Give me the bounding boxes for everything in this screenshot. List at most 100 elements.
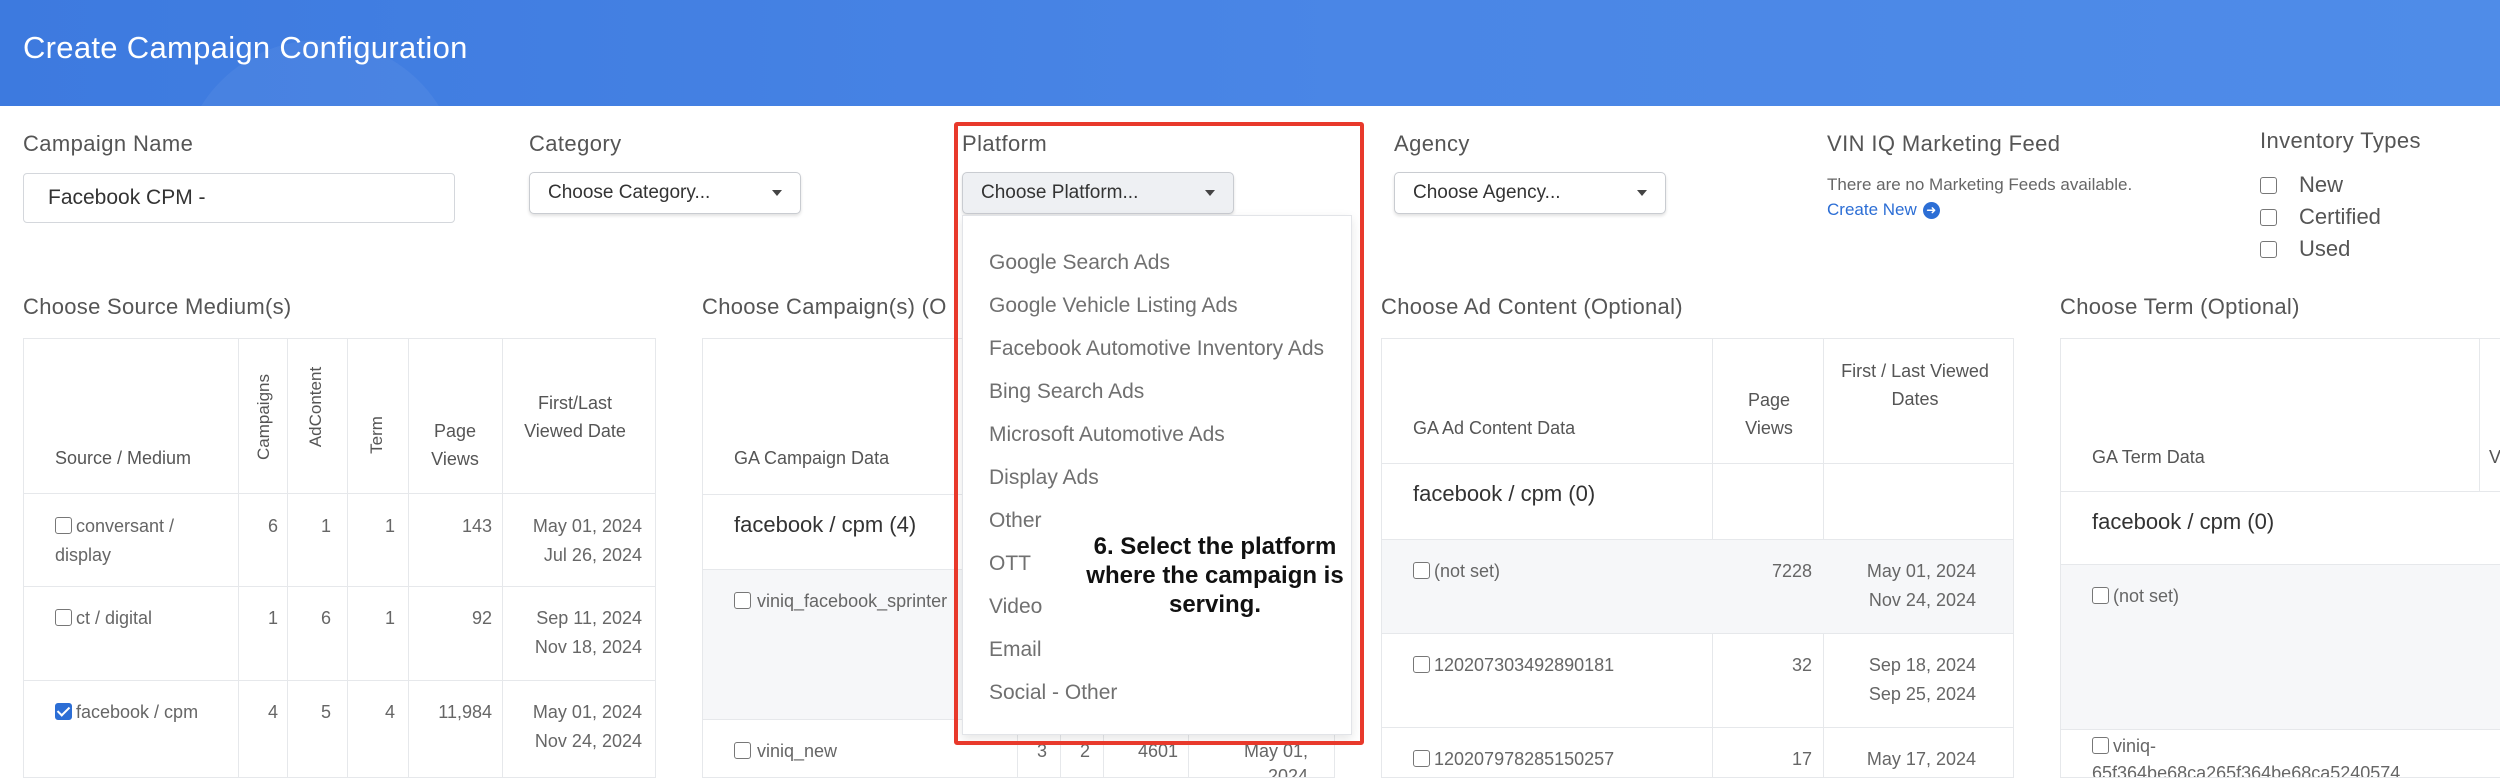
row-divider: [1382, 633, 2013, 634]
row-divider: [1382, 727, 2013, 728]
checkbox[interactable]: [1413, 656, 1430, 673]
checkbox[interactable]: [55, 609, 72, 626]
group-label: facebook / cpm (4): [734, 512, 917, 537]
group-label: facebook / cpm (0): [1413, 481, 1596, 506]
adcontent-count: 1: [320, 516, 331, 536]
row-divider: [2061, 564, 2500, 565]
table-row[interactable]: viniq-: [2092, 732, 2492, 761]
agency-select-text: Choose Agency...: [1413, 182, 1561, 203]
table-row[interactable]: facebook / cpm: [55, 698, 235, 727]
adcontent-count: 6: [320, 608, 331, 628]
table-row[interactable]: 120207978285150257: [1413, 745, 1703, 774]
page-title: Create Campaign Configuration: [23, 30, 468, 65]
term-table: GA Term Data V facebook / cpm (0) (not s…: [2060, 338, 2500, 778]
term-label: (not set): [2113, 586, 2180, 606]
inventory-option-used[interactable]: Used: [2260, 236, 2350, 262]
table-row[interactable]: (not set): [2092, 582, 2472, 611]
header-term: Term: [367, 416, 386, 454]
page-views: 11,984: [438, 702, 492, 722]
campaign-date: 2024: [1267, 766, 1308, 778]
source-medium-label: facebook / cpm: [76, 702, 199, 722]
header-adcontent: AdContent: [306, 366, 325, 448]
term-label-continued: 65f364be68ca265f364be68ca5240574: [2092, 763, 2401, 778]
last-viewed: Nov 24, 2024: [1868, 590, 1976, 610]
page-header: Create Campaign Configuration: [0, 0, 2500, 106]
campaign-label: viniq_facebook_sprinter: [757, 591, 948, 611]
checkbox-checked[interactable]: [55, 703, 72, 720]
checkbox[interactable]: [55, 517, 72, 534]
campaign-label: viniq_new: [757, 741, 838, 761]
category-select[interactable]: Choose Category...: [529, 172, 801, 214]
page-views: 143: [461, 516, 492, 536]
header-partial: V: [2489, 447, 2500, 467]
category-label: Category: [529, 131, 622, 156]
row-divider: [1382, 463, 2013, 464]
last-viewed: Nov 18, 2024: [534, 637, 642, 657]
header-source-medium: Source / Medium: [55, 448, 192, 468]
header-viewed-dates: First / Last Viewed Dates: [1841, 361, 1989, 409]
category-select-text: Choose Category...: [548, 182, 711, 203]
checkbox[interactable]: [2092, 737, 2109, 754]
create-new-feed-link[interactable]: Create New ➜: [1827, 200, 1940, 220]
header-page-views: Page Views: [431, 421, 479, 469]
term-count: 4: [384, 702, 395, 722]
term-count: 1: [384, 608, 395, 628]
inventory-option-certified[interactable]: Certified: [2260, 204, 2381, 230]
source-medium-title: Choose Source Medium(s): [23, 294, 292, 319]
tutorial-annotation: 6. Select the platform where the campaig…: [1086, 533, 1344, 618]
column-divider: [2479, 339, 2480, 491]
source-medium-label: ct / digital: [76, 608, 153, 628]
group-label: facebook / cpm (0): [2092, 509, 2275, 534]
table-row[interactable]: ct / digital: [55, 604, 235, 633]
checkbox[interactable]: [734, 742, 751, 759]
row-divider: [1382, 539, 2013, 540]
ad-content-table: GA Ad Content Data Page Views First / La…: [1381, 338, 2014, 778]
checkbox[interactable]: [1413, 562, 1430, 579]
ad-content-label: 120207978285150257: [1434, 749, 1615, 769]
ad-content-label: (not set): [1434, 561, 1501, 581]
table-row[interactable]: 120207303492890181: [1413, 651, 1703, 680]
first-viewed: May 01, 2024: [1866, 561, 1976, 581]
term-title: Choose Term (Optional): [2060, 294, 2300, 319]
row-divider: [24, 493, 655, 494]
campaigns-count: 6: [267, 516, 278, 536]
source-medium-table: Source / Medium Campaigns AdContent Term…: [23, 338, 656, 778]
campaigns-title: Choose Campaign(s) (O: [702, 294, 947, 319]
first-viewed: Sep 18, 2024: [1868, 655, 1976, 675]
adcontent-count: 5: [320, 702, 331, 722]
inventory-option-label: New: [2299, 172, 2344, 197]
first-viewed: May 17, 2024: [1866, 749, 1976, 769]
inventory-option-label: Used: [2299, 236, 2351, 261]
term-count: 1: [384, 516, 395, 536]
inventory-types-label: Inventory Types: [2260, 128, 2421, 153]
tutorial-highlight-box: [954, 122, 1364, 745]
page-views: 32: [1791, 655, 1812, 675]
arrow-circle-right-icon: ➜: [1922, 201, 1940, 219]
checkbox[interactable]: [2260, 208, 2277, 226]
header-ga-ad-content-data: GA Ad Content Data: [1413, 418, 1576, 438]
row-divider: [2061, 491, 2500, 492]
checkbox[interactable]: [734, 592, 751, 609]
table-row[interactable]: conversant / display: [55, 512, 235, 570]
source-medium-label: conversant / display: [55, 516, 175, 565]
agency-label: Agency: [1394, 131, 1470, 156]
caret-down-icon: [1637, 190, 1647, 196]
inventory-option-new[interactable]: New: [2260, 172, 2343, 198]
table-row[interactable]: (not set): [1413, 557, 1703, 586]
checkbox[interactable]: [2092, 587, 2109, 604]
checkbox[interactable]: [2260, 176, 2277, 194]
page-views: 92: [471, 608, 492, 628]
last-viewed: Nov 24, 2024: [534, 731, 642, 751]
caret-down-icon: [772, 190, 782, 196]
campaigns-count: 4: [267, 702, 278, 722]
header-ga-term-data: GA Term Data: [2092, 447, 2205, 467]
agency-select[interactable]: Choose Agency...: [1394, 172, 1666, 214]
term-label: viniq-: [2113, 736, 2157, 756]
row-divider: [24, 680, 655, 681]
inventory-option-label: Certified: [2299, 204, 2381, 229]
checkbox[interactable]: [1413, 750, 1430, 767]
checkbox[interactable]: [2260, 240, 2277, 258]
campaign-name-input[interactable]: Facebook CPM -: [23, 173, 455, 223]
ad-content-title: Choose Ad Content (Optional): [1381, 294, 1683, 319]
header-campaigns: Campaigns: [254, 374, 273, 460]
